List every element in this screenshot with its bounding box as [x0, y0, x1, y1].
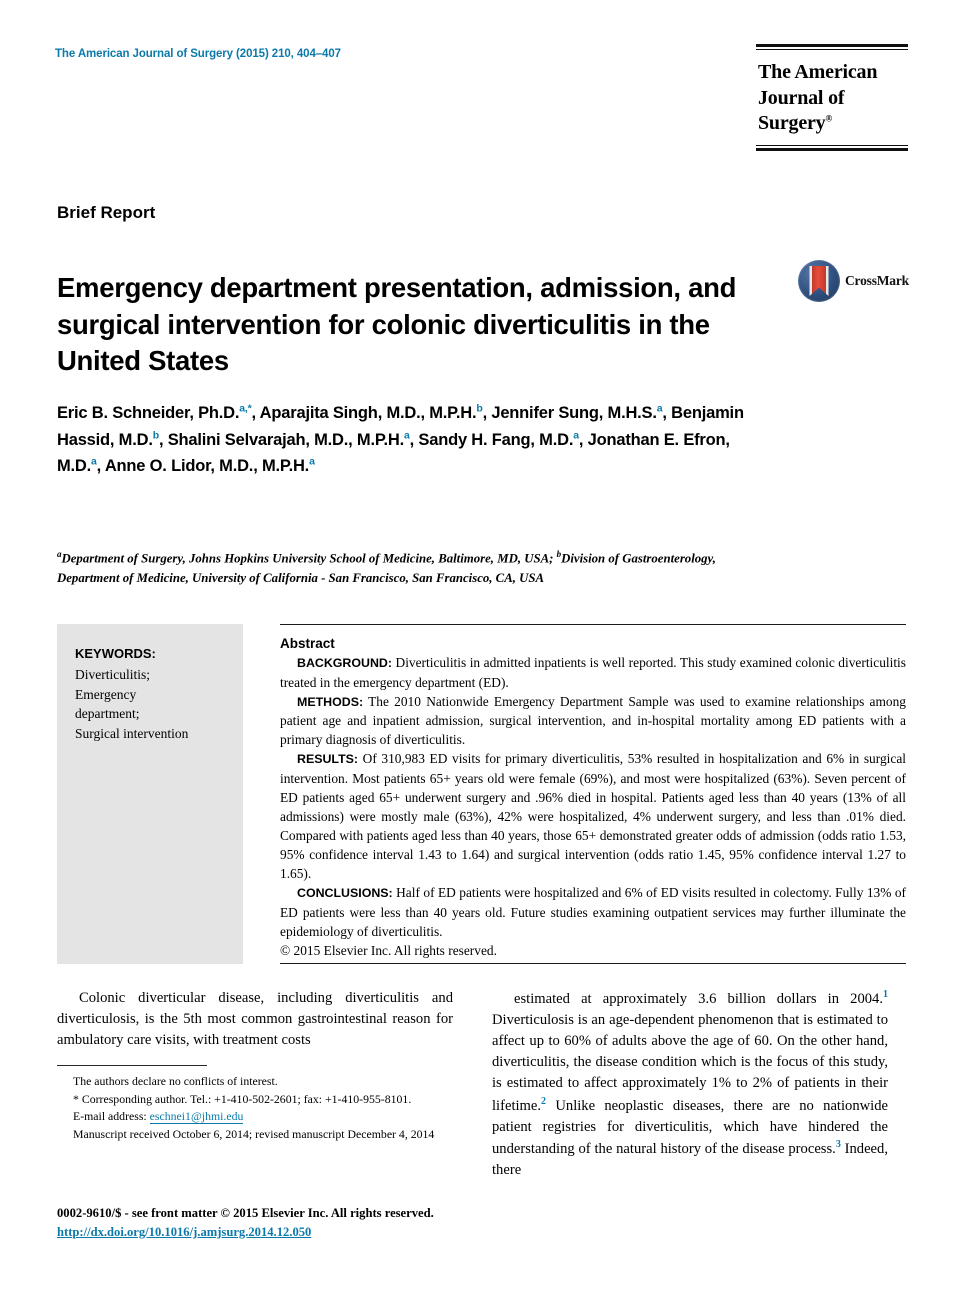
journal-logo-line2-wrap: Journal of Surgery®	[758, 86, 908, 137]
article-type-label: Brief Report	[57, 203, 156, 222]
abstract-section: RESULTS: Of 310,983 ED visits for primar…	[280, 751, 906, 882]
crossmark-label: CrossMark	[845, 273, 909, 288]
body-column-left: Colonic diverticular disease, including …	[57, 988, 453, 1051]
keywords-box: KEYWORDS: Diverticulitis; Emergency depart…	[57, 624, 243, 964]
abstract-section-label: CONCLUSIONS:	[297, 886, 393, 901]
abstract-section: METHODS: The 2010 Nationwide Emergency D…	[280, 693, 906, 748]
body-paragraph-right: estimated at approximately 3.6 billion d…	[492, 989, 888, 1178]
abstract-copyright: © 2015 Elsevier Inc. All rights reserved…	[280, 942, 497, 958]
email-label: E-mail address:	[73, 1109, 147, 1124]
logo-rule-top-thick	[756, 44, 908, 47]
affiliations: aDepartment of Surgery, Johns Hopkins Un…	[57, 549, 716, 585]
abstract-section-label: BACKGROUND:	[297, 656, 392, 670]
registered-mark: ®	[825, 113, 833, 124]
abstract-section: CONCLUSIONS: Half of ED patients were ho…	[280, 885, 906, 939]
keyword-item: Surgical intervention	[75, 726, 189, 742]
doi-link[interactable]: http://dx.doi.org/10.1016/j.amjsurg.2014…	[57, 1225, 311, 1239]
journal-logo: The American Journal of Surgery®	[756, 44, 908, 153]
keywords-list: Diverticulitis; Emergency department; Surgi…	[75, 665, 229, 744]
abstract-sections: BACKGROUND: Diverticulitis in admitted i…	[280, 653, 906, 941]
abstract-block: Abstract BACKGROUND: Diverticulitis in a…	[280, 636, 906, 960]
keyword-item: Emergency	[75, 686, 137, 702]
author-list: Eric B. Schneider, Ph.D.a,*, Aparajita S…	[57, 402, 744, 476]
body-paragraph-left: Colonic diverticular disease, including …	[57, 990, 453, 1049]
page-footer: 0002-9610/$ - see front matter © 2015 El…	[57, 1204, 657, 1241]
page-title: Emergency department presentation, admis…	[57, 272, 737, 377]
footnote-corresponding: * Corresponding author. Tel.: +1-410-502…	[73, 1091, 412, 1106]
crossmark-icon	[798, 260, 840, 302]
logo-rule-bottom-thin	[756, 144, 908, 146]
running-head: The American Journal of Surgery (2015) 2…	[55, 48, 341, 60]
journal-logo-line2: Journal of Surgery	[758, 86, 845, 135]
footnote-email: E-mail address: eschnei1@jhmi.edu	[57, 1108, 453, 1126]
footnotes-block: The authors declare no conflicts of inte…	[57, 1073, 453, 1144]
keywords-heading: KEYWORDS:	[75, 646, 156, 661]
journal-logo-text: The American Journal of Surgery®	[756, 50, 908, 145]
journal-logo-line1: The American	[758, 61, 878, 83]
keyword-item: Diverticulitis;	[75, 667, 150, 682]
abstract-heading: Abstract	[280, 636, 335, 651]
footnote-divider	[57, 1065, 207, 1066]
crossmark-badge[interactable]: CrossMark	[798, 256, 909, 306]
footnote-conflict: The authors declare no conflicts of inte…	[73, 1074, 278, 1088]
abstract-rule-top	[280, 624, 906, 625]
footnote-received: Manuscript received October 6, 2014; rev…	[73, 1127, 435, 1142]
crossmark-ribbon-icon	[809, 266, 829, 296]
abstract-section-label: RESULTS:	[297, 752, 359, 767]
keyword-item: department;	[75, 706, 140, 722]
body-column-right: estimated at approximately 3.6 billion d…	[492, 988, 888, 1181]
logo-rule-bottom-thick	[756, 147, 908, 151]
journal-article-page: The American Journal of Surgery (2015) 2…	[0, 0, 960, 1290]
issn-line: 0002-9610/$ - see front matter © 2015 El…	[57, 1206, 434, 1220]
abstract-rule-bottom	[280, 963, 906, 964]
abstract-section-label: METHODS:	[297, 694, 364, 709]
abstract-section: BACKGROUND: Diverticulitis in admitted i…	[280, 655, 906, 690]
email-link[interactable]: eschnei1@jhmi.edu	[149, 1109, 244, 1125]
